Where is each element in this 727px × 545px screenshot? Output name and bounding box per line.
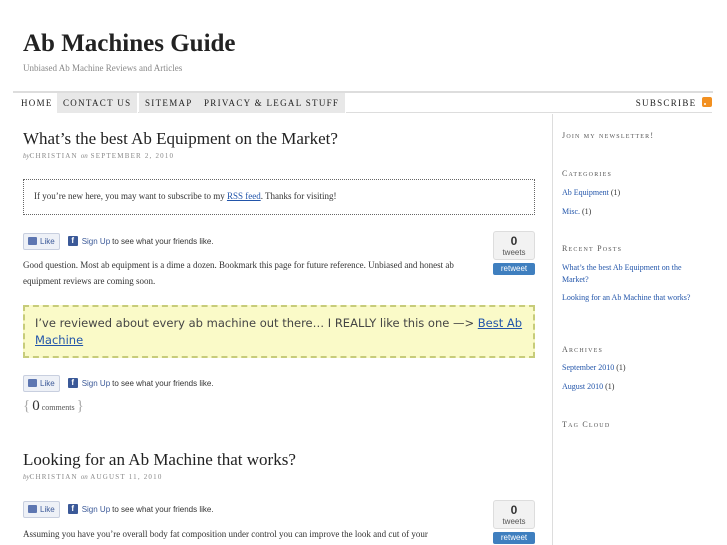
thumbs-up-icon bbox=[28, 505, 37, 513]
facebook-icon: f bbox=[67, 378, 78, 388]
post-title[interactable]: What’s the best Ab Equipment on the Mark… bbox=[23, 129, 338, 149]
subscribe-label: SUBSCRIBE bbox=[635, 98, 697, 108]
site-title[interactable]: Ab Machines Guide bbox=[23, 30, 236, 58]
nav-home[interactable]: HOME bbox=[15, 93, 60, 113]
facebook-like-bar: Like f Sign Up to see what your friends … bbox=[23, 232, 214, 250]
nav-privacy-legal[interactable]: PRIVACY & LEGAL STUFF bbox=[198, 93, 347, 113]
recent-posts-heading: Recent Posts bbox=[562, 244, 623, 253]
tweetmeme-widget: 0 tweets retweet bbox=[493, 500, 535, 544]
retweet-button[interactable]: retweet bbox=[493, 532, 535, 544]
facebook-signup-link[interactable]: Sign Up bbox=[82, 379, 110, 388]
facebook-like-button[interactable]: Like bbox=[23, 500, 60, 518]
post-byline: byCHRISTIAN on SEPTEMBER 2, 2010 bbox=[23, 152, 175, 160]
recent-post-link[interactable]: Looking for an Ab Machine that works? bbox=[562, 292, 702, 304]
thumbs-up-icon bbox=[28, 379, 37, 387]
tweet-count-box: 0 tweets bbox=[493, 500, 535, 529]
archive-link[interactable]: August 2010 (1) bbox=[562, 381, 702, 393]
categories-heading: Categories bbox=[562, 169, 613, 178]
facebook-like-bar: Like f Sign Up to see what your friends … bbox=[23, 374, 214, 392]
rss-feed-link[interactable]: RSS feed bbox=[227, 191, 261, 201]
facebook-icon: f bbox=[67, 236, 78, 246]
tag-cloud-heading: Tag Cloud bbox=[562, 420, 611, 429]
sidebar: Join my newsletter! Categories Ab Equipm… bbox=[552, 114, 712, 545]
tweet-count-box: 0 tweets bbox=[493, 231, 535, 260]
site-tagline: Unbiased Ab Machine Reviews and Articles bbox=[23, 63, 183, 73]
main-nav: HOME CONTACT US SITEMAP PRIVACY & LEGAL … bbox=[15, 93, 712, 113]
archives-heading: Archives bbox=[562, 345, 604, 354]
rss-icon bbox=[702, 97, 712, 107]
author-link[interactable]: CHRISTIAN bbox=[30, 473, 78, 481]
post-body: Good question. Most ab equipment is a di… bbox=[23, 260, 454, 286]
nav-sitemap[interactable]: SITEMAP bbox=[139, 93, 200, 113]
nav-contact-us[interactable]: CONTACT US bbox=[57, 93, 139, 113]
subscribe-link[interactable]: SUBSCRIBE bbox=[636, 93, 712, 113]
recommendation-callout: I’ve reviewed about every ab machine out… bbox=[23, 305, 535, 358]
facebook-signup-link[interactable]: Sign Up bbox=[82, 505, 110, 514]
retweet-button[interactable]: retweet bbox=[493, 263, 535, 275]
post-body: Assuming you have you’re overall body fa… bbox=[23, 529, 428, 539]
tweetmeme-widget: 0 tweets retweet bbox=[493, 231, 535, 275]
author-link[interactable]: CHRISTIAN bbox=[30, 152, 78, 160]
comments-link[interactable]: { 0 comments } bbox=[23, 398, 84, 415]
category-link[interactable]: Misc. (1) bbox=[562, 206, 702, 218]
post-title[interactable]: Looking for an Ab Machine that works? bbox=[23, 450, 296, 470]
category-link[interactable]: Ab Equipment (1) bbox=[562, 187, 702, 199]
recent-post-link[interactable]: What’s the best Ab Equipment on the Mark… bbox=[562, 262, 702, 286]
thumbs-up-icon bbox=[28, 237, 37, 245]
newsletter-heading[interactable]: Join my newsletter! bbox=[562, 131, 654, 140]
facebook-like-button[interactable]: Like bbox=[23, 374, 60, 392]
archive-link[interactable]: September 2010 (1) bbox=[562, 362, 702, 374]
facebook-like-bar: Like f Sign Up to see what your friends … bbox=[23, 500, 214, 518]
facebook-like-button[interactable]: Like bbox=[23, 232, 60, 250]
subscribe-notice: If you’re new here, you may want to subs… bbox=[23, 179, 535, 215]
post-byline: byCHRISTIAN on AUGUST 11, 2010 bbox=[23, 473, 163, 481]
facebook-signup-link[interactable]: Sign Up bbox=[82, 237, 110, 246]
facebook-icon: f bbox=[67, 504, 78, 514]
